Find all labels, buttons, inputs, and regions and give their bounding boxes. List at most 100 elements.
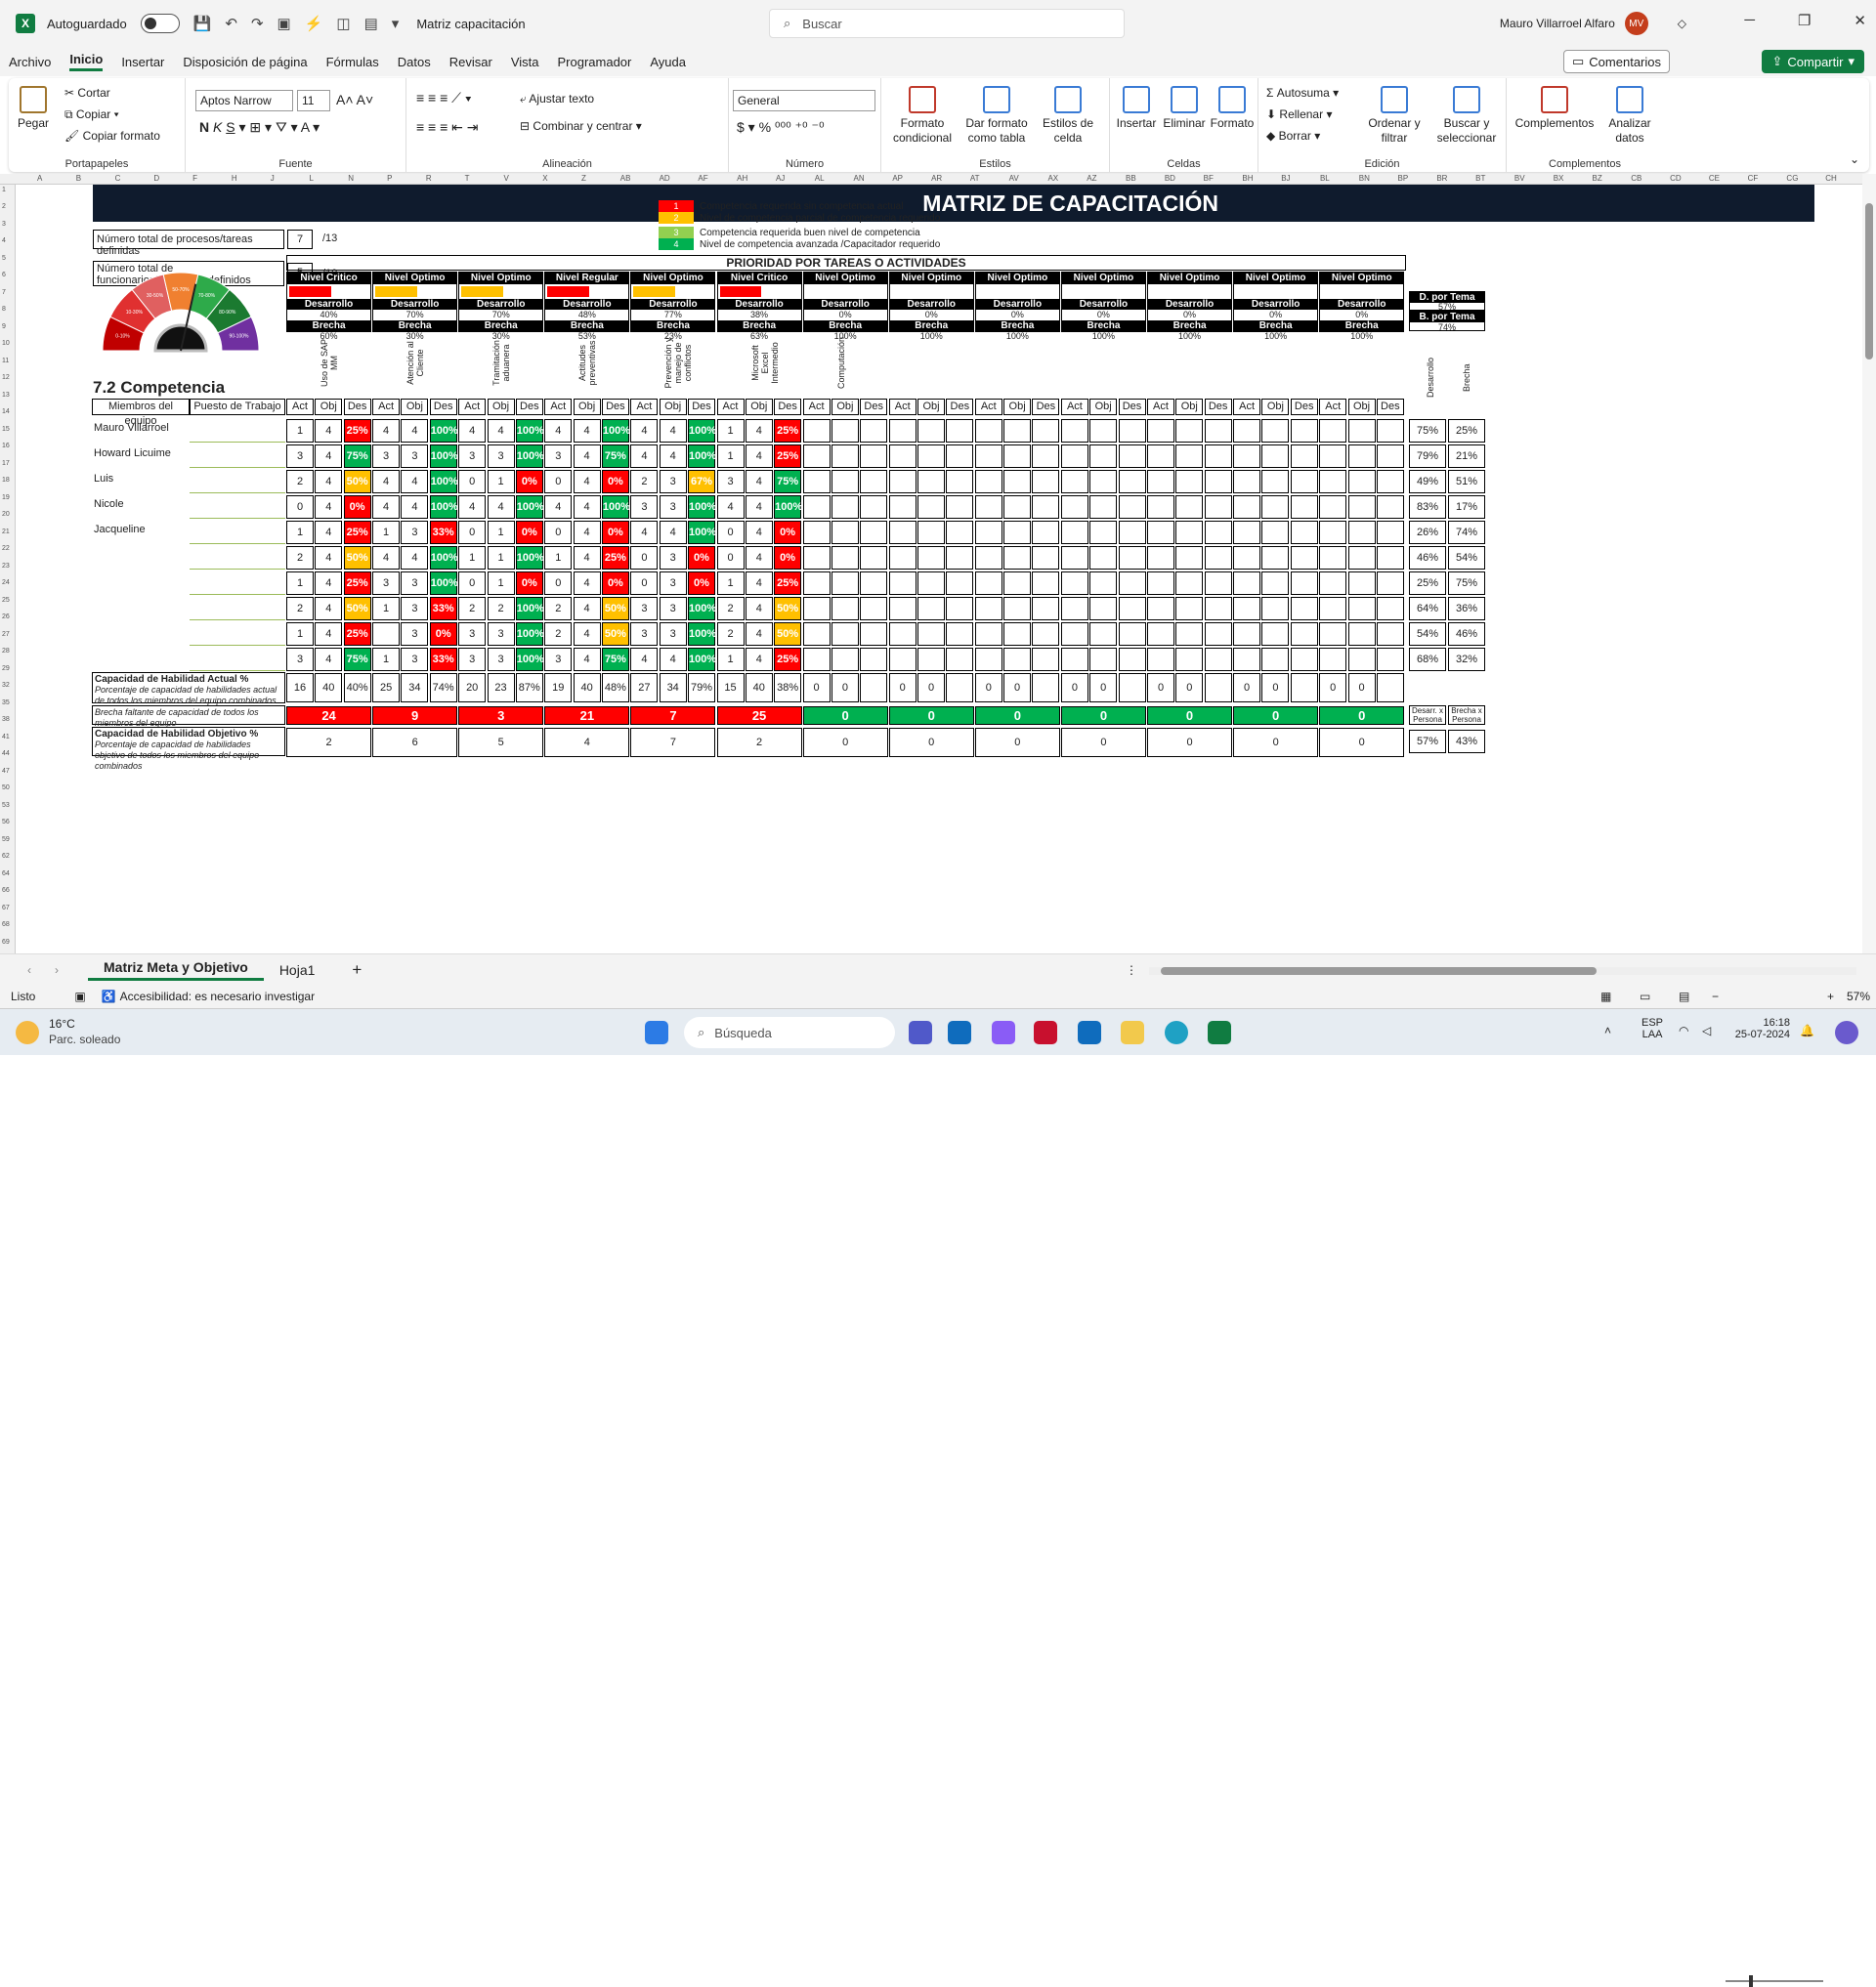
matrix-cell-des[interactable] <box>860 419 888 443</box>
matrix-cell-obj[interactable]: 4 <box>745 571 773 595</box>
collapse-ribbon-icon[interactable]: ⌄ <box>1850 152 1859 166</box>
matrix-cell-act[interactable] <box>1147 470 1174 493</box>
desarr-persona-value[interactable]: 57% <box>1409 730 1446 753</box>
matrix-cell-des[interactable] <box>1118 546 1146 570</box>
matrix-cell-des[interactable] <box>1118 597 1146 620</box>
row-number[interactable]: 11 <box>2 358 9 364</box>
matrix-cell-act[interactable]: 0 <box>458 470 487 493</box>
cap-actual-cell[interactable]: 48% <box>601 673 629 702</box>
column-letter[interactable]: A <box>37 174 42 183</box>
matrix-cell-obj[interactable]: 4 <box>745 622 773 646</box>
matrix-cell-act[interactable] <box>1319 571 1347 595</box>
matrix-cell-des[interactable]: 100% <box>688 495 716 519</box>
matrix-cell-act[interactable]: 0 <box>458 571 487 595</box>
normal-view-icon[interactable]: ▦ <box>1600 990 1611 1003</box>
column-letter[interactable]: J <box>271 174 275 183</box>
matrix-cell-des[interactable] <box>1032 444 1060 468</box>
cap-actual-cell[interactable]: 23 <box>487 673 515 702</box>
matrix-cell-obj[interactable]: 4 <box>315 648 343 671</box>
matrix-cell-obj[interactable] <box>1089 622 1118 646</box>
column-letter[interactable]: AD <box>660 174 670 183</box>
cap-actual-cell[interactable]: 40 <box>745 673 773 702</box>
matrix-cell-des[interactable]: 50% <box>774 597 802 620</box>
matrix-cell-des[interactable] <box>1290 648 1318 671</box>
matrix-cell-obj[interactable] <box>1261 597 1290 620</box>
matrix-cell-des[interactable] <box>1204 648 1232 671</box>
matrix-cell-des[interactable]: 100% <box>601 495 630 519</box>
matrix-cell-act[interactable]: 1 <box>716 571 745 595</box>
matrix-cell-des[interactable] <box>1290 571 1318 595</box>
cap-obj-cell[interactable]: 5 <box>458 728 544 757</box>
matrix-cell-des[interactable]: 0% <box>688 546 715 570</box>
matrix-cell-obj[interactable]: 3 <box>659 470 687 493</box>
matrix-cell-des[interactable] <box>1290 470 1318 493</box>
matrix-cell-act[interactable]: 3 <box>458 648 487 671</box>
excel-taskbar-icon[interactable] <box>1208 1021 1231 1044</box>
matrix-cell-des[interactable] <box>1290 419 1318 443</box>
row-number[interactable]: 47 <box>2 768 10 775</box>
column-letter[interactable]: AF <box>698 174 707 183</box>
matrix-cell-act[interactable] <box>888 648 917 671</box>
row-number[interactable]: 18 <box>2 477 10 484</box>
column-letter[interactable]: BP <box>1398 174 1409 183</box>
screenshot-icon[interactable]: ▣ <box>277 15 291 32</box>
matrix-cell-obj[interactable]: 4 <box>573 622 601 646</box>
matrix-cell-act[interactable] <box>802 470 831 493</box>
cap-actual-cell[interactable]: 25 <box>372 673 401 702</box>
matrix-cell-des[interactable] <box>1118 521 1146 544</box>
matrix-cell-obj[interactable] <box>1175 470 1204 493</box>
matrix-cell-act[interactable]: 0 <box>544 521 573 544</box>
brecha-faltante-cell[interactable]: 3 <box>458 706 544 725</box>
column-letter[interactable]: AB <box>620 174 631 183</box>
matrix-cell-des[interactable]: 100% <box>429 470 458 493</box>
minimize-icon[interactable]: ─ <box>1744 12 1755 29</box>
customize-qat-icon[interactable]: ▾ <box>392 15 400 32</box>
matrix-cell-obj[interactable]: 3 <box>487 444 515 468</box>
undo-icon[interactable]: ↶ <box>225 15 237 32</box>
matrix-cell-act[interactable] <box>974 648 1002 671</box>
matrix-cell-des[interactable] <box>1032 571 1060 595</box>
row-number[interactable]: 3 <box>2 221 6 228</box>
row-number[interactable]: 15 <box>2 426 10 433</box>
column-letter[interactable]: BD <box>1165 174 1175 183</box>
member-brecha[interactable]: 74% <box>1448 521 1485 544</box>
matrix-cell-act[interactable] <box>802 495 831 519</box>
column-letter[interactable]: Z <box>581 174 586 183</box>
cap-actual-cell[interactable]: 79% <box>688 673 715 702</box>
matrix-cell-des[interactable] <box>1032 597 1060 620</box>
matrix-cell-des[interactable] <box>1290 546 1318 570</box>
matrix-cell-obj[interactable]: 4 <box>573 470 601 493</box>
row-number[interactable]: 35 <box>2 699 10 706</box>
matrix-cell-obj[interactable]: 3 <box>659 597 687 620</box>
member-desarrollo[interactable]: 26% <box>1409 521 1446 544</box>
matrix-cell-des[interactable]: 100% <box>688 444 716 468</box>
font-style-icons[interactable]: N K S ▾ ⊞ ▾ ⛛ ▾ A ▾ <box>199 119 320 136</box>
matrix-cell-obj[interactable] <box>1003 419 1032 443</box>
cap-actual-cell[interactable]: 0 <box>974 673 1002 702</box>
matrix-cell-des[interactable]: 100% <box>774 495 802 519</box>
matrix-cell-obj[interactable] <box>917 444 945 468</box>
matrix-cell-obj[interactable] <box>1175 597 1204 620</box>
matrix-cell-des[interactable] <box>1032 521 1060 544</box>
matrix-cell-des[interactable]: 33% <box>429 521 457 544</box>
matrix-cell-des[interactable]: 50% <box>774 622 802 646</box>
puesto-cell[interactable] <box>190 546 285 570</box>
matrix-cell-des[interactable] <box>1204 470 1232 493</box>
matrix-cell-des[interactable]: 25% <box>774 419 802 443</box>
matrix-cell-obj[interactable] <box>1261 622 1290 646</box>
matrix-cell-obj[interactable] <box>917 571 945 595</box>
matrix-cell-act[interactable] <box>372 622 401 646</box>
matrix-cell-act[interactable]: 3 <box>544 648 573 671</box>
matrix-cell-des[interactable] <box>860 495 888 519</box>
matrix-cell-des[interactable]: 100% <box>688 419 716 443</box>
copy-button[interactable]: ⧉ Copiar ▾ <box>64 107 119 122</box>
cell-styles-button[interactable]: Estilos de celda <box>1036 86 1100 146</box>
matrix-cell-des[interactable]: 100% <box>515 444 544 468</box>
matrix-cell-des[interactable]: 50% <box>601 597 629 620</box>
matrix-cell-obj[interactable]: 4 <box>573 495 601 519</box>
row-number[interactable]: 20 <box>2 511 10 518</box>
matrix-cell-des[interactable]: 0% <box>515 470 543 493</box>
matrix-cell-des[interactable] <box>946 597 974 620</box>
column-letter[interactable]: C <box>115 174 121 183</box>
edge-icon[interactable] <box>1165 1021 1188 1044</box>
